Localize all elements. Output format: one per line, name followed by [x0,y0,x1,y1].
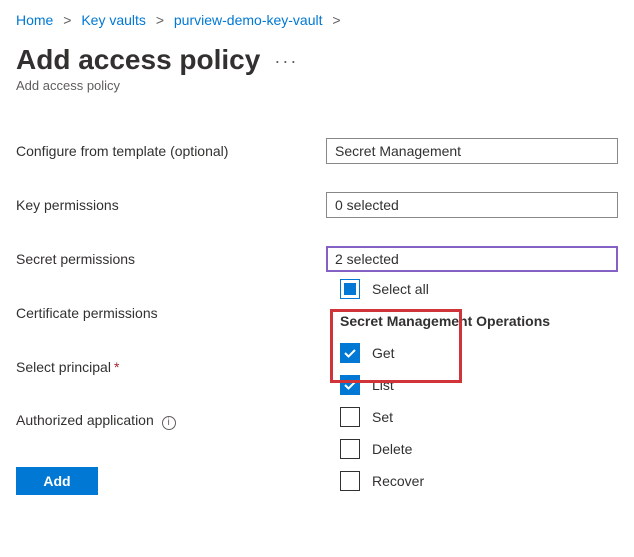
option-select-all-label: Select all [372,281,429,297]
more-actions-icon[interactable]: ··· [274,43,298,72]
option-set[interactable]: Set [326,401,618,433]
chevron-right-icon: > [326,12,346,28]
option-set-label: Set [372,409,393,425]
label-certificate-permissions: Certificate permissions [16,305,326,321]
checkbox-unchecked-icon [340,439,360,459]
option-select-all[interactable]: Select all [326,273,618,305]
template-select[interactable]: Secret Management [326,138,618,164]
option-delete-label: Delete [372,441,412,457]
breadcrumb: Home > Key vaults > purview-demo-key-vau… [16,12,618,28]
label-select-principal: Select principal* [16,359,326,375]
option-get[interactable]: Get [326,337,618,369]
option-recover-label: Recover [372,473,424,489]
add-button[interactable]: Add [16,467,98,495]
checkbox-unchecked-icon [340,471,360,491]
option-list-label: List [372,377,394,393]
label-key-permissions: Key permissions [16,197,326,213]
info-icon[interactable]: i [162,416,176,430]
chevron-right-icon: > [57,12,77,28]
option-recover[interactable]: Recover [326,465,618,497]
option-list[interactable]: List [326,369,618,401]
page-title: Add access policy [16,44,260,76]
chevron-right-icon: > [150,12,170,28]
required-indicator: * [111,359,119,375]
breadcrumb-home[interactable]: Home [16,12,53,28]
key-permissions-select[interactable]: 0 selected [326,192,618,218]
option-delete[interactable]: Delete [326,433,618,465]
breadcrumb-vault-name[interactable]: purview-demo-key-vault [174,12,323,28]
checkbox-checked-icon [340,375,360,395]
dropdown-section-header: Secret Management Operations [326,305,618,337]
checkbox-indeterminate-icon [340,279,360,299]
secret-permissions-select[interactable]: 2 selected [326,246,618,272]
label-authorized-application: Authorized application i [16,412,326,430]
label-template: Configure from template (optional) [16,143,326,159]
option-get-label: Get [372,345,395,361]
breadcrumb-key-vaults[interactable]: Key vaults [81,12,146,28]
secret-permissions-dropdown: Select all Secret Management Operations … [326,273,618,497]
label-secret-permissions: Secret permissions [16,251,326,267]
checkbox-unchecked-icon [340,407,360,427]
page-subtitle: Add access policy [16,78,618,93]
checkbox-checked-icon [340,343,360,363]
